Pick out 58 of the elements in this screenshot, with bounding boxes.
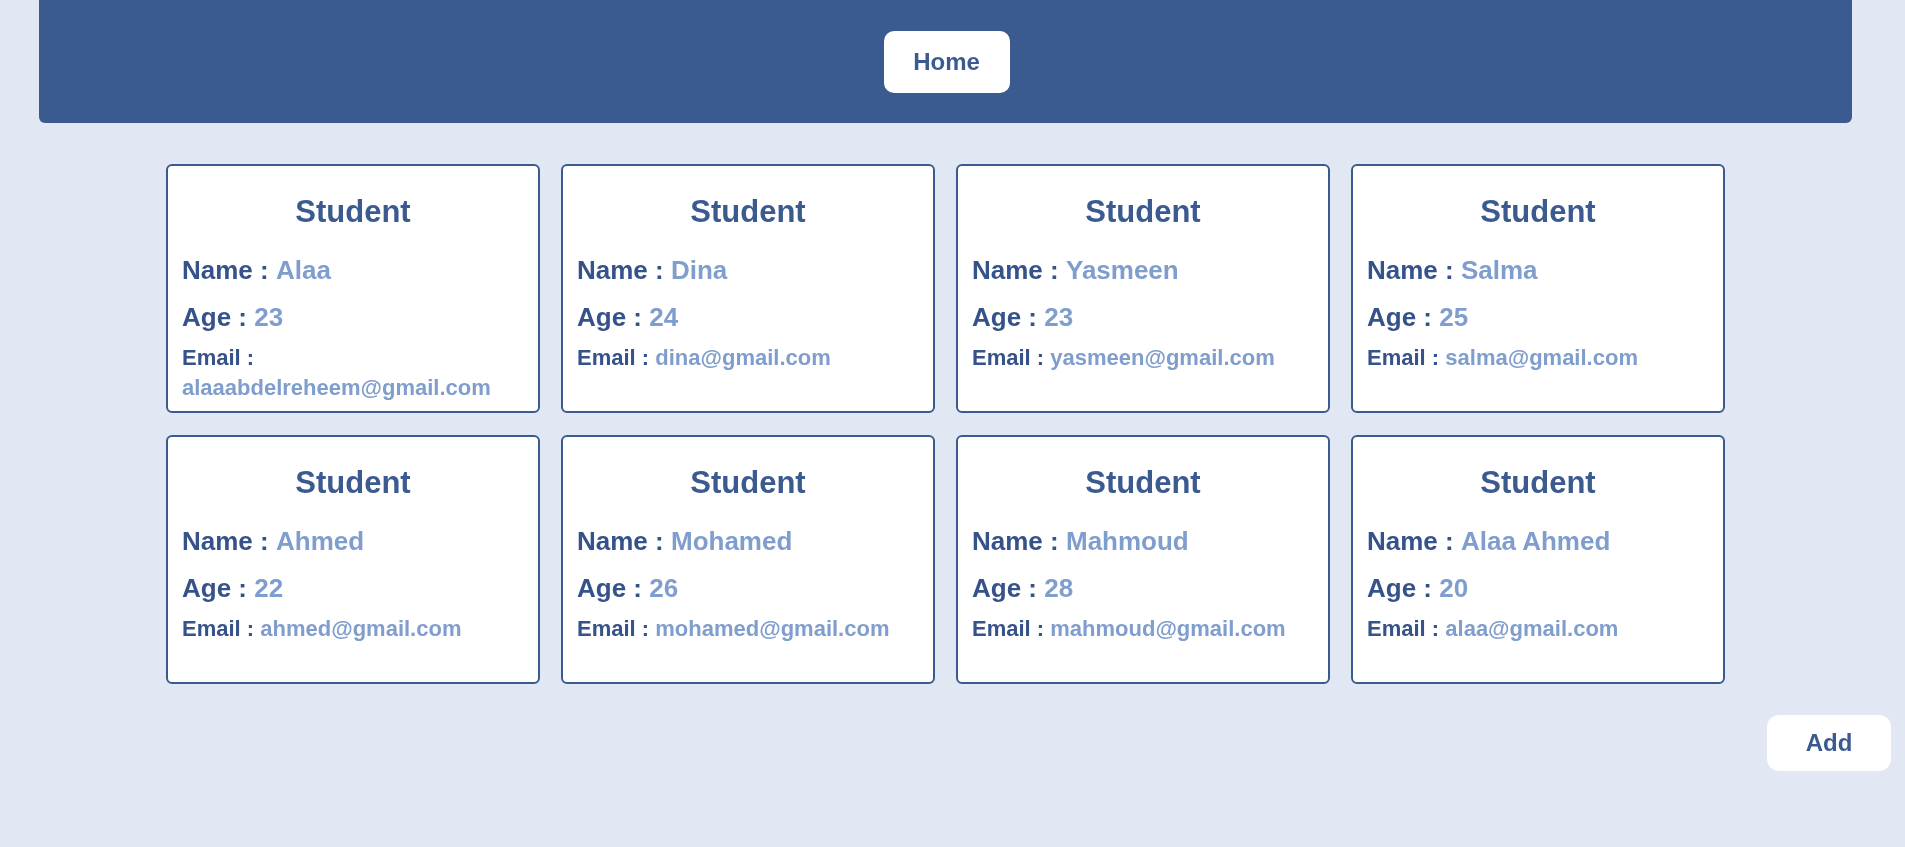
age-label: Age : [577, 301, 642, 334]
email-value: ahmed@gmail.com [260, 615, 462, 643]
email-value: alaaabdelreheem@gmail.com [182, 374, 491, 402]
card-title: Student [689, 193, 807, 231]
age-label: Age : [1367, 301, 1432, 334]
name-label: Name : [182, 525, 269, 558]
email-value: mahmoud@gmail.com [1050, 615, 1286, 643]
age-label: Age : [1367, 572, 1432, 605]
age-value: 24 [649, 301, 679, 334]
age-label: Age : [577, 572, 642, 605]
card-title: Student [1084, 193, 1202, 231]
home-button[interactable]: Home [883, 30, 1010, 93]
age-value: 23 [254, 301, 284, 334]
email-value: yasmeen@gmail.com [1050, 344, 1275, 372]
email-value: salma@gmail.com [1445, 344, 1638, 372]
name-value: Mahmoud [1065, 525, 1189, 558]
name-value: Yasmeen [1065, 254, 1179, 287]
card-title: Student [689, 464, 807, 502]
email-label: Email : [1367, 615, 1440, 643]
email-label: Email : [577, 615, 650, 643]
email-label: Email : [182, 344, 255, 372]
age-value: 22 [254, 572, 284, 605]
card-title: Student [294, 193, 412, 231]
name-label: Name : [577, 525, 664, 558]
card-title: Student [294, 464, 412, 502]
card-title: Student [1479, 193, 1597, 231]
age-value: 26 [649, 572, 679, 605]
name-value: Alaa [275, 254, 331, 287]
name-label: Name : [1367, 254, 1454, 287]
age-label: Age : [972, 572, 1037, 605]
email-label: Email : [972, 615, 1045, 643]
name-value: Salma [1460, 254, 1538, 287]
name-value: Dina [670, 254, 728, 287]
email-value: mohamed@gmail.com [655, 615, 890, 643]
name-label: Name : [182, 254, 269, 287]
age-label: Age : [972, 301, 1037, 334]
age-value: 23 [1044, 301, 1074, 334]
email-value: alaa@gmail.com [1445, 615, 1619, 643]
name-value: Mohamed [670, 525, 793, 558]
email-label: Email : [972, 344, 1045, 372]
email-label: Email : [577, 344, 650, 372]
age-label: Age : [182, 572, 247, 605]
email-value: dina@gmail.com [655, 344, 831, 372]
card-title: Student [1084, 464, 1202, 502]
age-label: Age : [182, 301, 247, 334]
name-value: Alaa Ahmed [1460, 525, 1611, 558]
email-label: Email : [1367, 344, 1440, 372]
email-label: Email : [182, 615, 255, 643]
age-value: 28 [1044, 572, 1074, 605]
name-label: Name : [1367, 525, 1454, 558]
card-title: Student [1479, 464, 1597, 502]
name-label: Name : [972, 525, 1059, 558]
name-value: Ahmed [275, 525, 365, 558]
age-value: 25 [1439, 301, 1469, 334]
age-value: 20 [1439, 572, 1469, 605]
name-label: Name : [972, 254, 1059, 287]
name-label: Name : [577, 254, 664, 287]
add-button[interactable]: Add [1767, 715, 1891, 771]
